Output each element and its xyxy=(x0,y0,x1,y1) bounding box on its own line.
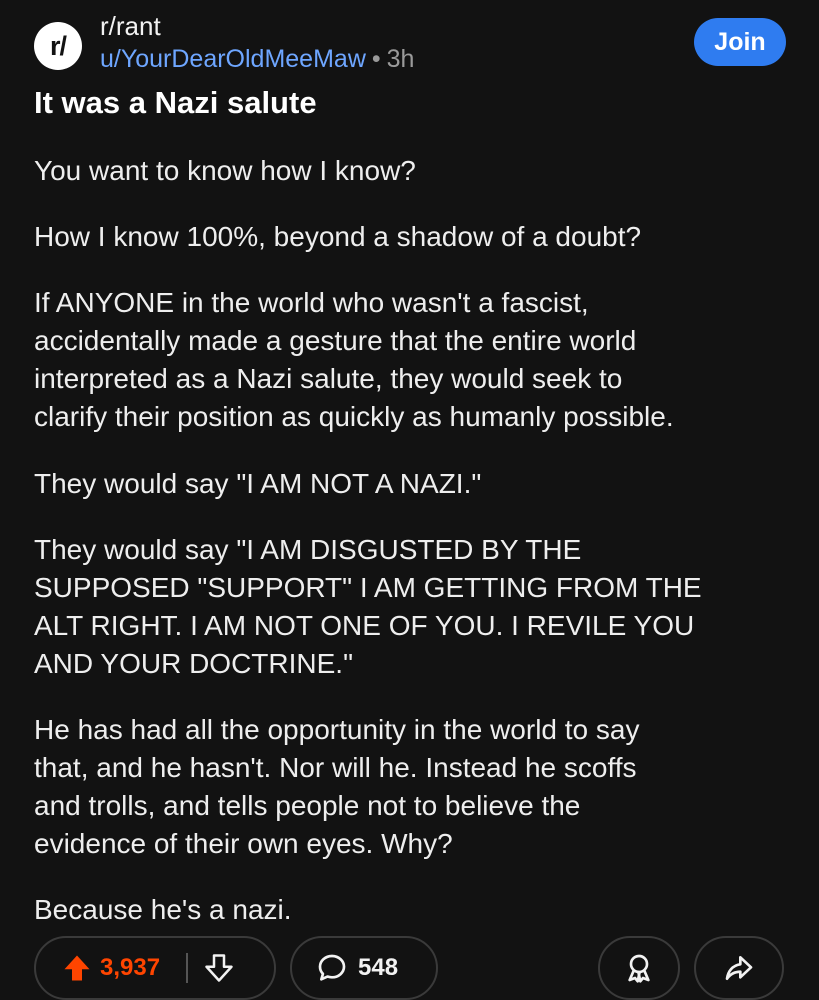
post-meta: u/YourDearOldMeeMaw • 3h xyxy=(100,45,414,74)
post-paragraph: He has had all the opportunity in the wo… xyxy=(34,714,640,859)
arrow-up-icon[interactable] xyxy=(62,953,92,983)
post-time: 3h xyxy=(386,45,415,73)
award-icon xyxy=(623,952,655,984)
comment-count: 548 xyxy=(358,954,399,981)
subreddit-avatar[interactable]: r/ xyxy=(34,22,82,70)
post-paragraph: They would say "I AM DISGUSTED BY THE SU… xyxy=(34,534,702,679)
subreddit-name[interactable]: r/rant xyxy=(100,11,161,42)
post-paragraph: They would say "I AM NOT A NAZI." xyxy=(34,468,482,499)
arrow-down-icon[interactable] xyxy=(204,953,234,983)
post-title: It was a Nazi salute xyxy=(34,85,317,120)
vote-control: 3,937 xyxy=(34,936,276,1000)
comment-bubble-icon xyxy=(316,952,348,984)
join-button[interactable]: Join xyxy=(694,18,786,66)
vote-divider xyxy=(186,953,189,983)
post-header: r/ r/rant u/YourDearOldMeeMaw • 3h Join xyxy=(34,8,794,78)
award-button[interactable] xyxy=(598,936,680,1000)
meta-separator: • xyxy=(371,45,381,73)
share-arrow-icon xyxy=(723,952,755,984)
author-username[interactable]: u/YourDearOldMeeMaw xyxy=(100,45,366,73)
post-paragraph: If ANYONE in the world who wasn't a fasc… xyxy=(34,287,674,432)
post-action-bar: 3,937 548 xyxy=(34,936,784,1000)
post-paragraph: How I know 100%, beyond a shadow of a do… xyxy=(34,221,642,252)
share-button[interactable] xyxy=(694,936,784,1000)
comment-button[interactable]: 548 xyxy=(290,936,438,1000)
post-paragraph: Because he's a nazi. xyxy=(34,894,292,925)
post-paragraph: You want to know how I know? xyxy=(34,155,416,186)
post-body: You want to know how I know? How I know … xyxy=(34,150,794,929)
upvote-count: 3,937 xyxy=(100,954,161,981)
